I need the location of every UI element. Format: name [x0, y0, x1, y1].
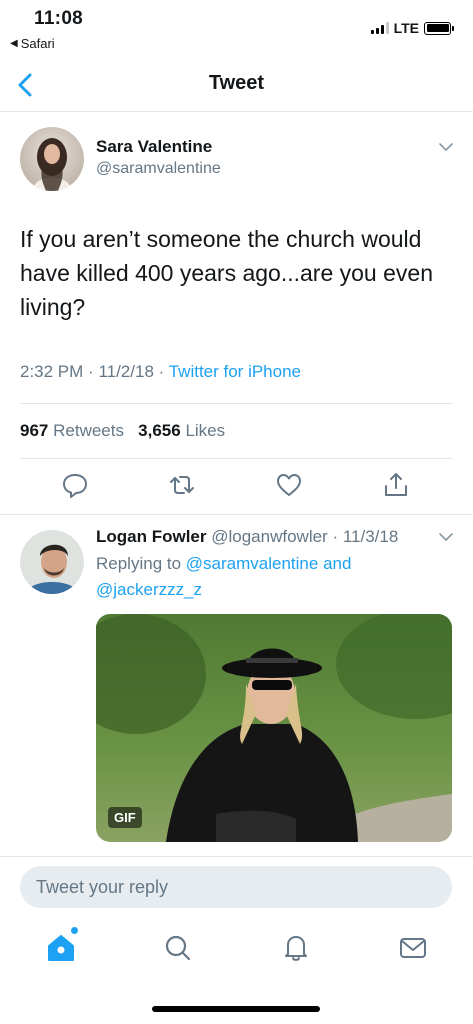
search-icon — [165, 935, 191, 961]
tweet-time: 2:32 PM — [20, 362, 84, 381]
home-indicator[interactable] — [152, 1006, 320, 1012]
network-type: LTE — [393, 20, 419, 36]
tweet-source-link[interactable]: Twitter for iPhone — [169, 362, 301, 381]
retweet-icon[interactable] — [167, 470, 197, 500]
like-heart-icon[interactable] — [274, 470, 304, 500]
status-indicators: LTE — [370, 20, 454, 36]
notification-dot — [71, 927, 78, 934]
notifications-icon — [285, 936, 307, 961]
page-title: Tweet — [208, 72, 265, 94]
replying-prefix: Replying to — [96, 554, 182, 573]
tweet-actions — [0, 470, 473, 504]
tweet-date: 11/2/18 — [98, 362, 154, 381]
reply-author-handle[interactable]: @loganwfowler — [211, 527, 327, 546]
gif-badge: GIF — [108, 807, 142, 828]
share-icon[interactable] — [381, 470, 411, 500]
reply-icon[interactable] — [60, 470, 90, 500]
likes-count: 3,656 — [138, 421, 181, 440]
meta-separator: · — [88, 362, 99, 381]
status-bar: 11:08 ◀ Safari LTE — [0, 0, 473, 58]
reply-header: Logan Fowler @loganwfowler · 11/3/18 — [96, 527, 398, 547]
nav-bar: Tweet — [0, 58, 473, 112]
mention-link[interactable]: @saramvalentine — [186, 554, 319, 573]
chevron-down-icon[interactable] — [438, 532, 454, 542]
divider — [20, 458, 453, 459]
likes-label: Likes — [185, 421, 226, 440]
back-app-label: Safari — [20, 36, 55, 51]
author-name[interactable]: Sara Valentine — [96, 137, 212, 157]
meta-separator: · — [158, 362, 169, 381]
reply-gif-media[interactable]: GIF — [96, 614, 452, 842]
home-icon — [48, 935, 74, 961]
signal-strength-icon — [370, 22, 389, 34]
messages-icon — [400, 938, 426, 958]
back-triangle-icon: ◀ — [10, 38, 18, 49]
reply-input[interactable] — [20, 866, 452, 908]
retweets-label: Retweets — [53, 421, 124, 440]
tweet-text: If you aren’t someone the church would h… — [20, 226, 433, 320]
likes-stat[interactable]: 3,656 Likes — [138, 421, 225, 440]
author-handle[interactable]: @saramvalentine — [96, 160, 221, 178]
gif-image — [96, 614, 452, 842]
reply-author-avatar[interactable] — [20, 530, 84, 594]
back-to-safari-link[interactable]: ◀ Safari — [10, 36, 55, 51]
chevron-down-icon[interactable] — [438, 142, 454, 152]
reply-date: 11/3/18 — [342, 527, 399, 546]
reply-author-name[interactable]: Logan Fowler — [96, 527, 207, 546]
divider — [0, 514, 473, 515]
retweets-stat[interactable]: 967 Retweets — [20, 421, 124, 440]
replying-to: Replying to @saramvalentine and @jackerz… — [96, 551, 436, 603]
status-time: 11:08 — [34, 8, 84, 29]
retweets-count: 967 — [20, 421, 49, 440]
tab-home[interactable] — [46, 927, 78, 964]
tab-notifications[interactable] — [281, 930, 311, 964]
mention-conjunction[interactable]: and — [323, 554, 351, 573]
mention-link[interactable]: @jackerzzz_z — [96, 580, 202, 599]
tab-messages[interactable] — [398, 930, 428, 964]
meta-separator: · — [332, 527, 339, 546]
engagement-counts: 967 Retweets 3,656 Likes — [20, 421, 225, 441]
author-avatar[interactable] — [20, 127, 84, 191]
tab-search[interactable] — [163, 930, 193, 964]
tweet-meta: 2:32 PM · 11/2/18 · Twitter for iPhone — [20, 362, 301, 382]
battery-icon — [424, 21, 454, 35]
divider — [20, 403, 453, 404]
